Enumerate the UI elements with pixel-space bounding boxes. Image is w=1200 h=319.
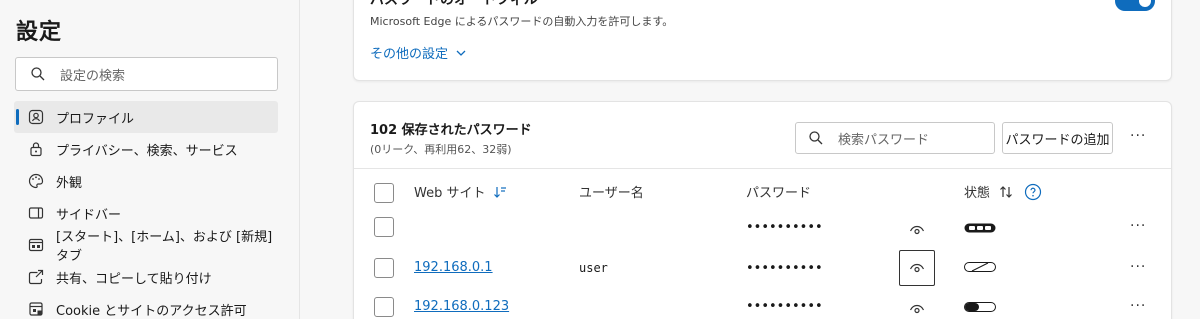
settings-search-box[interactable]: 設定の検索 — [15, 57, 278, 91]
home-tab-icon — [28, 238, 44, 252]
passwords-more-button[interactable]: ··· — [1130, 128, 1146, 144]
password-search-input[interactable]: 検索パスワード — [795, 122, 995, 154]
cookie-icon — [29, 302, 43, 316]
nav-item-label: 共有、コピーして貼り付け — [56, 271, 212, 287]
settings-search-placeholder: 設定の検索 — [60, 68, 126, 84]
help-icon[interactable] — [1024, 183, 1042, 201]
password-masked: •••••••••• — [746, 220, 823, 235]
add-password-button[interactable]: パスワードの追加 — [1002, 122, 1113, 154]
search-icon — [31, 67, 45, 81]
palette-icon — [28, 173, 44, 189]
nav-item-cookies-permissions[interactable]: Cookie とサイトのアクセス許可 — [14, 293, 278, 319]
nav-item-label: サイドバー — [56, 207, 122, 223]
row-checkbox[interactable] — [374, 217, 394, 237]
sidebar-icon — [28, 207, 44, 219]
row-more-button[interactable]: ··· — [1130, 218, 1146, 234]
lock-icon — [30, 142, 42, 157]
column-header-status[interactable]: 状態 — [964, 182, 1042, 201]
strength-weak-icon — [964, 262, 996, 272]
nav-item-appearance[interactable]: 外観 — [14, 165, 278, 197]
settings-sidebar: 設定 設定の検索 プロファイル プライバシー、検索、サービス 外観 サイドバー … — [0, 0, 300, 319]
strength-medium-icon — [964, 302, 996, 312]
passwords-health-summary: (0リーク、再利用62、32弱) — [370, 143, 512, 156]
nav-item-label: プロファイル — [56, 111, 135, 127]
show-password-icon[interactable] — [909, 301, 925, 317]
column-status-label: 状態 — [964, 186, 991, 201]
row-checkbox[interactable] — [374, 297, 394, 317]
show-password-icon[interactable] — [909, 222, 925, 238]
column-website-label: Web サイト — [414, 186, 486, 201]
row-more-button[interactable]: ··· — [1130, 259, 1146, 275]
password-search-placeholder: 検索パスワード — [838, 132, 930, 148]
column-header-website[interactable]: Web サイト — [414, 182, 507, 201]
more-settings-label: その他の設定 — [370, 47, 449, 62]
nav-item-privacy[interactable]: プライバシー、検索、サービス — [14, 133, 278, 165]
saved-passwords-card: 102 保存されたパスワード (0リーク、再利用62、32弱) 検索パスワード … — [353, 101, 1172, 319]
show-password-icon — [909, 263, 925, 273]
search-icon — [809, 131, 823, 145]
autofill-toggle[interactable] — [1115, 0, 1155, 11]
autofill-title: パスワードのオートフィル — [370, 0, 538, 8]
row-checkbox[interactable] — [374, 258, 394, 278]
password-masked: •••••••••• — [746, 299, 823, 314]
settings-nav: プロファイル プライバシー、検索、サービス 外観 サイドバー [スタート]、[ホ… — [14, 101, 278, 319]
saved-passwords-count: 102 保存されたパスワード — [370, 123, 532, 138]
nav-item-label: [スタート]、[ホーム]、および [新規] タブ — [56, 230, 273, 264]
nav-item-share-copy-paste[interactable]: 共有、コピーして貼り付け — [14, 261, 278, 293]
sort-descending-icon — [494, 186, 507, 198]
nav-item-profile[interactable]: プロファイル — [14, 101, 278, 133]
header-divider — [354, 168, 1171, 169]
nav-item-label: 外観 — [56, 175, 83, 191]
nav-item-label: Cookie とサイトのアクセス許可 — [56, 303, 247, 319]
more-settings-link[interactable]: その他の設定 — [370, 43, 468, 62]
site-link[interactable]: 192.168.0.1 — [414, 260, 493, 275]
row-more-button[interactable]: ··· — [1130, 298, 1146, 314]
autofill-description: Microsoft Edge によるパスワードの自動入力を許可します。 — [370, 15, 674, 28]
nav-item-label: プライバシー、検索、サービス — [56, 143, 238, 159]
password-autofill-card: パスワードのオートフィル Microsoft Edge によるパスワードの自動入… — [353, 0, 1172, 81]
profile-icon — [28, 109, 44, 125]
username-value: user — [579, 261, 608, 275]
settings-title: 設定 — [16, 20, 63, 45]
column-header-password[interactable]: パスワード — [746, 182, 811, 201]
chevron-down-icon — [456, 50, 466, 56]
nav-item-start-home-newtab[interactable]: [スタート]、[ホーム]、および [新規] タブ — [14, 229, 278, 264]
share-icon — [28, 269, 44, 285]
password-masked: •••••••••• — [746, 261, 823, 276]
strength-strong-icon — [964, 223, 996, 233]
show-password-button[interactable] — [899, 250, 935, 286]
sort-icon — [1000, 185, 1012, 198]
site-link[interactable]: 192.168.0.123 — [414, 299, 509, 314]
nav-item-sidebar[interactable]: サイドバー — [14, 197, 278, 229]
select-all-checkbox[interactable] — [374, 183, 394, 203]
column-header-username[interactable]: ユーザー名 — [579, 182, 644, 201]
